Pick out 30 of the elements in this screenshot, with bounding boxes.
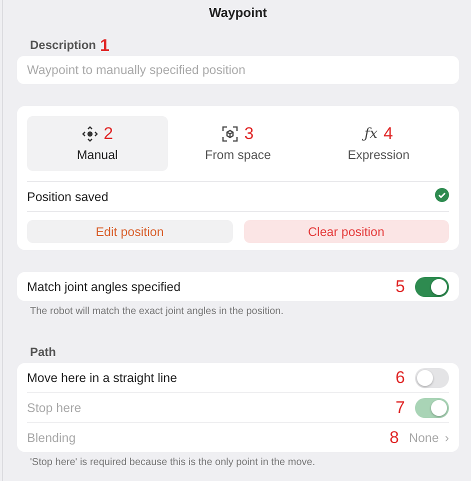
annotation-number: 4 [383, 125, 393, 142]
help-text: The robot will match the exact joint angles in the position. [29, 305, 284, 317]
toggle-label: Stop here [27, 400, 82, 414]
toggle-switch[interactable] [415, 276, 449, 296]
window-title: Waypoint [208, 4, 268, 22]
chevron-icon: › [444, 430, 449, 444]
setting-value: None [408, 430, 439, 444]
status-label: Position saved [27, 190, 108, 204]
move-icon [82, 126, 98, 142]
toggle-label: Match joint angles specified [27, 280, 182, 294]
description-field[interactable]: Waypoint to manually specified position [17, 56, 459, 84]
clear-button[interactable]: Clear position [244, 220, 449, 243]
help-text: 'Stop here' is required because this is the only point in the move. [29, 456, 316, 468]
field-label: Description [30, 38, 96, 52]
setting-label: Blending [27, 430, 77, 444]
annotation-number: 2 [104, 125, 114, 142]
function-icon: ƒx [364, 126, 378, 142]
scan-cube-icon [222, 126, 238, 142]
annotation-number: 6 [396, 369, 405, 386]
annotation-number: 1 [100, 36, 110, 54]
mode-tab[interactable]: ƒx 4 Expression [308, 116, 450, 171]
toggle-label: Move here in a straight line [27, 370, 178, 384]
annotation-number: 5 [396, 278, 405, 295]
annotation-number: 7 [396, 399, 405, 416]
annotation-number: 3 [244, 125, 254, 142]
toggle-switch[interactable] [415, 368, 449, 388]
annotation-number: 8 [389, 429, 399, 446]
mode-tab[interactable]: 2 Manual [27, 116, 168, 171]
section-heading: Path [30, 345, 56, 359]
mode-tab[interactable]: 3 From space [168, 116, 308, 171]
